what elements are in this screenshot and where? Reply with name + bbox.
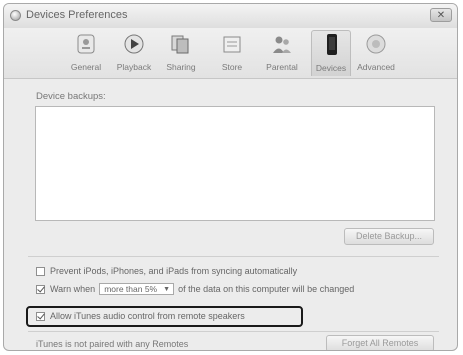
tab-label: Sharing bbox=[166, 62, 196, 72]
tab-advanced[interactable]: Advanced bbox=[356, 30, 396, 76]
warn-when-prefix: Warn when bbox=[50, 284, 96, 294]
forget-all-remotes-button[interactable]: Forget All Remotes bbox=[326, 335, 434, 350]
tab-general[interactable]: General bbox=[66, 30, 106, 76]
device-backups-list[interactable] bbox=[35, 106, 435, 221]
device-backups-label: Device backups: bbox=[36, 91, 106, 102]
highlight-outline bbox=[26, 306, 303, 327]
section-divider bbox=[28, 256, 439, 257]
tab-devices[interactable]: Devices bbox=[311, 30, 351, 76]
window-title: Devices Preferences bbox=[26, 9, 128, 21]
tab-store[interactable]: Store bbox=[212, 30, 252, 76]
warn-when-checkbox[interactable] bbox=[36, 284, 45, 294]
advanced-icon bbox=[365, 32, 387, 56]
preferences-toolbar: General Playback Sharing Store Parental bbox=[4, 28, 457, 79]
close-button[interactable]: ✕ bbox=[430, 8, 452, 22]
sharing-icon bbox=[170, 32, 192, 56]
tab-label: General bbox=[70, 62, 102, 72]
warn-threshold-value: more than 5% bbox=[104, 284, 158, 294]
tab-label: Playback bbox=[116, 62, 152, 72]
devices-pane: Device backups: Delete Backup... Prevent… bbox=[4, 79, 457, 350]
tab-playback[interactable]: Playback bbox=[114, 30, 154, 76]
close-icon: ✕ bbox=[436, 10, 446, 21]
tab-label: Devices bbox=[315, 63, 347, 73]
tab-label: Parental bbox=[266, 62, 298, 72]
section-divider bbox=[28, 331, 439, 332]
store-icon bbox=[221, 32, 243, 56]
tab-label: Advanced bbox=[357, 62, 395, 72]
warn-when-row: Warn when more than 5% ▼ of the data on t… bbox=[36, 283, 354, 295]
prevent-sync-label: Prevent iPods, iPhones, and iPads from s… bbox=[50, 266, 298, 276]
tab-label: Store bbox=[221, 62, 243, 72]
prevent-sync-checkbox[interactable] bbox=[36, 266, 45, 276]
title-bar: Devices Preferences ✕ bbox=[4, 4, 457, 28]
prevent-sync-row: Prevent iPods, iPhones, and iPads from s… bbox=[36, 266, 297, 276]
itunes-app-icon bbox=[10, 10, 21, 21]
warn-when-suffix: of the data on this computer will be cha… bbox=[178, 284, 355, 294]
remotes-status-text: iTunes is not paired with any Remotes bbox=[36, 339, 189, 349]
dropdown-arrow-icon: ▼ bbox=[163, 286, 171, 293]
tab-sharing[interactable]: Sharing bbox=[161, 30, 201, 76]
delete-backup-button[interactable]: Delete Backup... bbox=[344, 228, 434, 245]
tab-parental[interactable]: Parental bbox=[262, 30, 302, 76]
parental-icon bbox=[271, 32, 293, 56]
general-icon bbox=[75, 32, 97, 56]
devices-icon bbox=[321, 33, 343, 57]
preferences-window: Devices Preferences ✕ General Playback S… bbox=[3, 3, 458, 351]
warn-threshold-select[interactable]: more than 5% ▼ bbox=[99, 283, 175, 295]
playback-icon bbox=[123, 32, 145, 56]
